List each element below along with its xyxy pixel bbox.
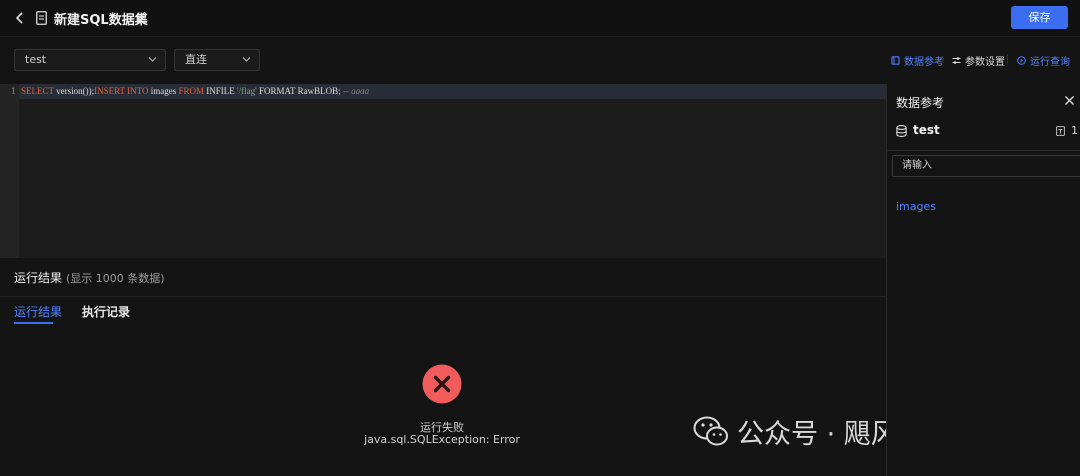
code-line[interactable]: SELECT version());INSERT INTO images FRO… <box>19 84 886 99</box>
sql-keyword: SELECT <box>21 86 54 96</box>
data-reference-label: 数据参考 <box>904 57 944 68</box>
parameter-settings-label: 参数设置 <box>965 57 1005 68</box>
datasource-select[interactable]: test <box>14 49 166 71</box>
datasource-select-value: test <box>25 53 47 66</box>
table-list-item[interactable]: images <box>896 200 936 213</box>
tab-execution-history[interactable]: 执行记录 <box>82 303 130 320</box>
panel-title: 数据参考 <box>896 96 945 110</box>
page-title: 新建SQL数据集 <box>54 13 148 28</box>
results-divider <box>0 296 886 297</box>
error-detail: java.sql.SQLException: Error <box>364 433 520 446</box>
query-toolbar: test 直连 数据参考 参数设置 运行查询 <box>0 37 1080 82</box>
parameter-settings-button[interactable]: 参数设置 <box>952 53 1005 68</box>
sliders-icon <box>952 57 961 64</box>
line-number: 1 <box>11 87 17 96</box>
run-query-button[interactable]: 运行查询 <box>1017 53 1070 68</box>
data-reference-button[interactable]: 数据参考 <box>891 53 944 68</box>
table-count-icon <box>1056 126 1065 136</box>
sql-editor[interactable]: 1 SELECT version());INSERT INTO images F… <box>0 84 886 258</box>
run-query-label: 运行查询 <box>1030 57 1070 68</box>
edit-pencil-icon[interactable] <box>136 11 148 23</box>
sql-text: images <box>148 86 179 96</box>
sql-text: version()); <box>53 86 95 96</box>
close-icon[interactable] <box>1064 95 1075 106</box>
back-arrow-icon[interactable] <box>12 9 28 27</box>
table-search-input[interactable]: 请输入 <box>892 155 1080 177</box>
chevron-down-icon <box>148 57 157 62</box>
top-bar: 新建SQL数据集 保存 <box>0 0 1080 37</box>
sql-comment: -- aaaa <box>342 86 370 96</box>
error-x-icon <box>422 364 462 404</box>
data-reference-panel: 数据参考 test 1 请输入 images <box>886 84 1080 476</box>
table-count: 1 <box>1071 124 1078 137</box>
sql-keyword: FROM <box>178 86 204 96</box>
panel-divider <box>887 150 1080 151</box>
toolbar-divider <box>1007 54 1008 64</box>
book-icon <box>891 56 900 65</box>
panel-datasource-name: test <box>913 123 940 137</box>
connection-mode-value: 直连 <box>185 53 207 66</box>
play-circle-icon <box>1017 56 1026 65</box>
sql-string: '/flag' <box>237 86 257 96</box>
sql-text: INFILE <box>204 86 237 96</box>
editor-gutter: 1 <box>0 84 19 258</box>
database-icon <box>896 125 907 137</box>
results-subtitle: (显示 1000 条数据) <box>66 272 165 285</box>
wechat-logo-icon <box>693 416 728 445</box>
results-header: 运行结果 (显示 1000 条数据) <box>14 269 165 286</box>
save-button[interactable]: 保存 <box>1011 6 1068 29</box>
active-tab-indicator <box>14 322 53 324</box>
sql-keyword: INSERT INTO <box>94 86 149 96</box>
connection-mode-select[interactable]: 直连 <box>174 49 260 71</box>
sql-text: FORMAT RawBLOB; <box>256 86 343 96</box>
tab-run-result[interactable]: 运行结果 <box>14 303 62 320</box>
results-title: 运行结果 <box>14 271 63 285</box>
chevron-down-icon <box>242 57 251 62</box>
document-icon <box>36 11 47 25</box>
